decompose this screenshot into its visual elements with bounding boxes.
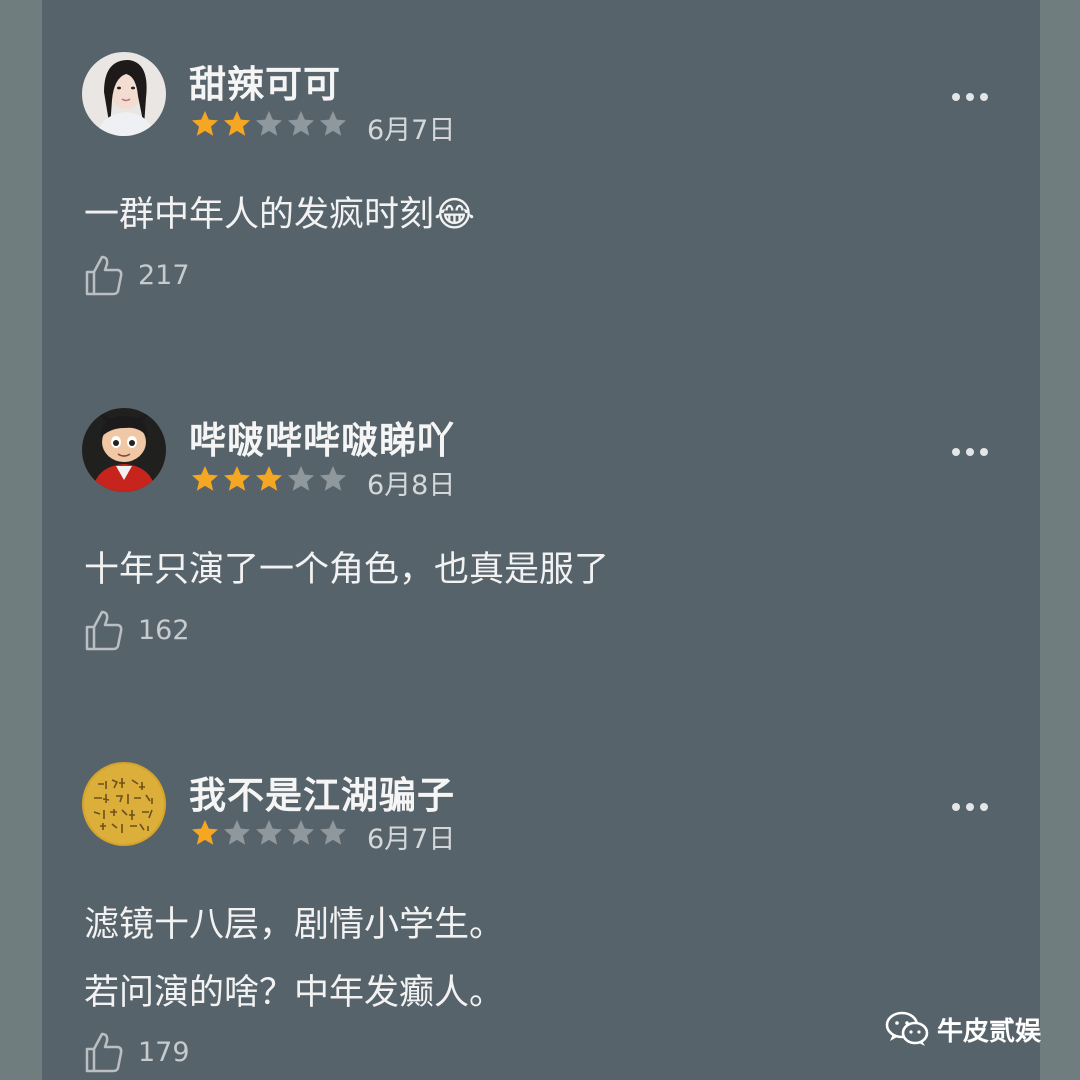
star-filled-icon: [192, 466, 218, 491]
review-text: 一群中年人的发疯时刻😂: [84, 195, 475, 235]
star-empty-icon: [256, 111, 282, 136]
username[interactable]: 甜辣可可: [189, 54, 341, 108]
like-button[interactable]: 162: [84, 609, 190, 651]
star-filled-icon: [192, 111, 218, 136]
star-empty-icon: [320, 820, 346, 845]
review-list: 甜辣可可 6月7日 一群中年人的发疯时刻😂 217 哔啵哔哔啵睇吖 6月8日 十…: [42, 0, 1040, 1080]
more-options-button[interactable]: [944, 440, 996, 464]
avatar[interactable]: [82, 762, 166, 846]
thumbs-up-icon: [85, 1032, 123, 1073]
thumbs-up-icon: [85, 255, 123, 296]
star-filled-icon: [224, 111, 250, 136]
screen: 甜辣可可 6月7日 一群中年人的发疯时刻😂 217 哔啵哔哔啵睇吖 6月8日 十…: [0, 0, 1080, 1080]
star-empty-icon: [224, 820, 250, 845]
wechat-icon: [885, 1011, 929, 1046]
review-date: 6月7日: [367, 115, 456, 146]
star-empty-icon: [288, 466, 314, 491]
more-dots-icon: [952, 93, 960, 101]
star-rating: [190, 818, 348, 848]
star-empty-icon: [320, 466, 346, 491]
watermark: 牛皮贰娱: [885, 1010, 1041, 1048]
like-count: 179: [138, 1036, 190, 1068]
star-filled-icon: [256, 466, 282, 491]
like-count: 217: [138, 259, 190, 291]
star-empty-icon: [288, 111, 314, 136]
more-options-button[interactable]: [944, 85, 996, 109]
more-dots-icon: [952, 803, 960, 811]
star-rating: [190, 109, 348, 139]
star-empty-icon: [320, 111, 346, 136]
username[interactable]: 哔啵哔哔啵睇吖: [189, 410, 455, 464]
star-filled-icon: [224, 466, 250, 491]
like-button[interactable]: 179: [84, 1031, 190, 1073]
star-rating: [190, 464, 348, 494]
avatar[interactable]: [82, 408, 166, 492]
review-date: 6月7日: [367, 824, 456, 855]
review-text: 十年只演了一个角色，也真是服了: [84, 550, 610, 590]
watermark-text: 牛皮贰娱: [937, 1016, 1042, 1047]
review-text: 滤镜十八层，剧情小学生。 若问演的啥？中年发癫人。: [84, 905, 505, 1013]
like-button[interactable]: 217: [84, 254, 190, 296]
star-filled-icon: [192, 820, 218, 845]
like-count: 162: [138, 614, 190, 646]
review-date: 6月8日: [367, 470, 456, 501]
star-empty-icon: [288, 820, 314, 845]
star-empty-icon: [256, 820, 282, 845]
thumbs-up-icon: [85, 610, 123, 651]
avatar[interactable]: [82, 52, 166, 136]
username[interactable]: 我不是江湖骗子: [189, 765, 455, 819]
more-dots-icon: [952, 448, 960, 456]
more-options-button[interactable]: [944, 795, 996, 819]
